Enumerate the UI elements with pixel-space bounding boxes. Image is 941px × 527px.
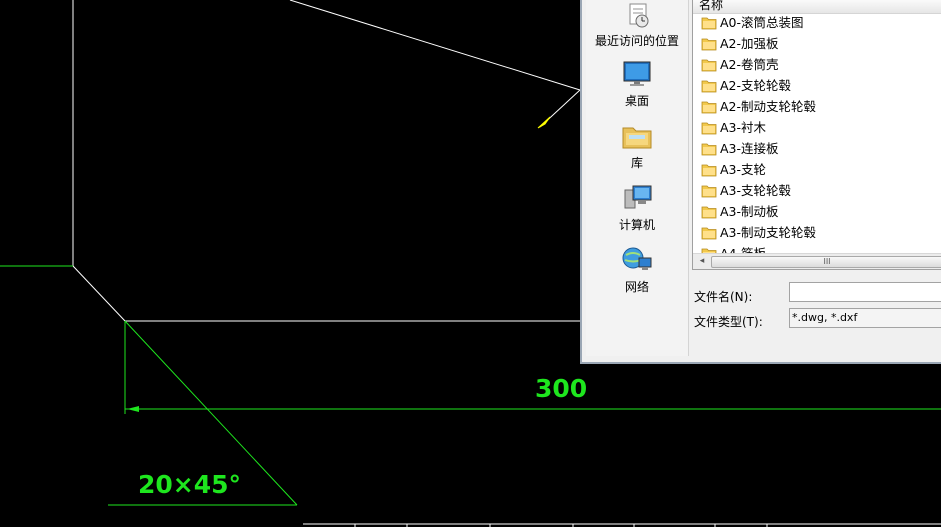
file-list-item[interactable]: A2-加强板 <box>701 34 779 54</box>
folder-icon <box>701 80 717 92</box>
horizontal-scrollbar[interactable]: ◂ III ▸ <box>693 253 941 269</box>
scrollbar-thumb[interactable]: III <box>711 256 941 268</box>
place-computer[interactable]: 计算机 <box>586 184 688 233</box>
part-outline <box>72 0 582 322</box>
folder-icon <box>701 122 717 134</box>
place-label-network: 网络 <box>624 280 649 294</box>
folder-icon <box>701 206 717 218</box>
leader-arrowhead <box>537 116 551 129</box>
scroll-left-arrow-icon[interactable]: ◂ <box>695 255 709 268</box>
file-list[interactable]: 名称 A0-滚筒总装图 A2-加强板 A2-卷筒壳 A2-支轮轮毂 A2-制动支轮轮毂 A… <box>692 0 941 270</box>
dimension-arrowhead <box>127 406 139 412</box>
file-list-item[interactable]: A3-支轮轮毂 <box>701 181 791 201</box>
desktop-icon <box>623 61 651 86</box>
computer-icon <box>624 185 652 209</box>
file-list-item[interactable]: A3-支轮 <box>701 160 766 180</box>
place-recent[interactable]: 最近访问的位置 <box>586 0 688 49</box>
place-desktop[interactable]: 桌面 <box>586 60 688 109</box>
file-list-item[interactable]: A3-制动支轮轮毂 <box>701 223 816 243</box>
place-libraries[interactable]: 库 <box>586 122 688 171</box>
places-bar: 最近访问的位置 桌面 库 计算机 网络 <box>586 0 689 356</box>
file-list-item[interactable]: A2-卷筒壳 <box>701 55 779 75</box>
folder-icon <box>701 164 717 176</box>
file-name-text: A3-制动板 <box>720 204 779 219</box>
place-label-computer: 计算机 <box>618 218 655 232</box>
chamfer-dimension-text: 20×45° <box>138 470 241 499</box>
place-label-recent: 最近访问的位置 <box>594 34 679 48</box>
file-name-text: A3-衬木 <box>720 120 767 135</box>
scroll-right-arrow-icon[interactable]: ▸ <box>937 255 941 268</box>
file-list-item[interactable]: A3-连接板 <box>701 139 779 159</box>
file-name-text: A2-支轮轮毂 <box>720 78 792 93</box>
folder-icon <box>701 38 717 50</box>
file-name-text: A0-滚筒总装图 <box>720 15 804 30</box>
filetype-select[interactable]: *.dwg, *.dxf <box>789 308 941 328</box>
open-file-dialog: 最近访问的位置 桌面 库 计算机 网络 名称 A0-滚筒总装图 A2-加强板 A… <box>580 0 941 364</box>
libraries-icon <box>622 127 652 149</box>
file-list-item[interactable]: A2-支轮轮毂 <box>701 76 791 96</box>
network-icon <box>622 247 652 270</box>
file-list-item[interactable]: A3-衬木 <box>701 118 766 138</box>
file-name-text: A2-卷筒壳 <box>720 57 779 72</box>
file-name-text: A3-连接板 <box>720 141 779 156</box>
column-header-name[interactable]: 名称 <box>693 0 941 14</box>
file-name-text: A3-支轮 <box>720 162 767 177</box>
place-network[interactable]: 网络 <box>586 246 688 295</box>
folder-icon <box>701 101 717 113</box>
folder-icon <box>701 227 717 239</box>
filename-input[interactable] <box>789 282 941 302</box>
place-label-libraries: 库 <box>630 156 643 170</box>
file-list-item[interactable]: A3-制动板 <box>701 202 779 222</box>
folder-icon <box>701 59 717 71</box>
file-list-item[interactable]: A2-制动支轮轮毂 <box>701 97 816 117</box>
recent-places-icon <box>629 3 649 28</box>
file-list-item[interactable]: A0-滚筒总装图 <box>701 13 804 33</box>
file-name-text: A3-制动支轮轮毂 <box>720 225 817 240</box>
filetype-label: 文件类型(T): <box>694 315 763 329</box>
file-name-text: A2-制动支轮轮毂 <box>720 99 817 114</box>
dimension-300-text: 300 <box>535 374 587 403</box>
folder-icon <box>701 17 717 29</box>
file-name-text: A3-支轮轮毂 <box>720 183 792 198</box>
folder-icon <box>701 143 717 155</box>
filename-label: 文件名(N): <box>694 290 753 304</box>
place-label-desktop: 桌面 <box>624 94 649 108</box>
folder-icon <box>701 185 717 197</box>
file-name-text: A2-加强板 <box>720 36 779 51</box>
